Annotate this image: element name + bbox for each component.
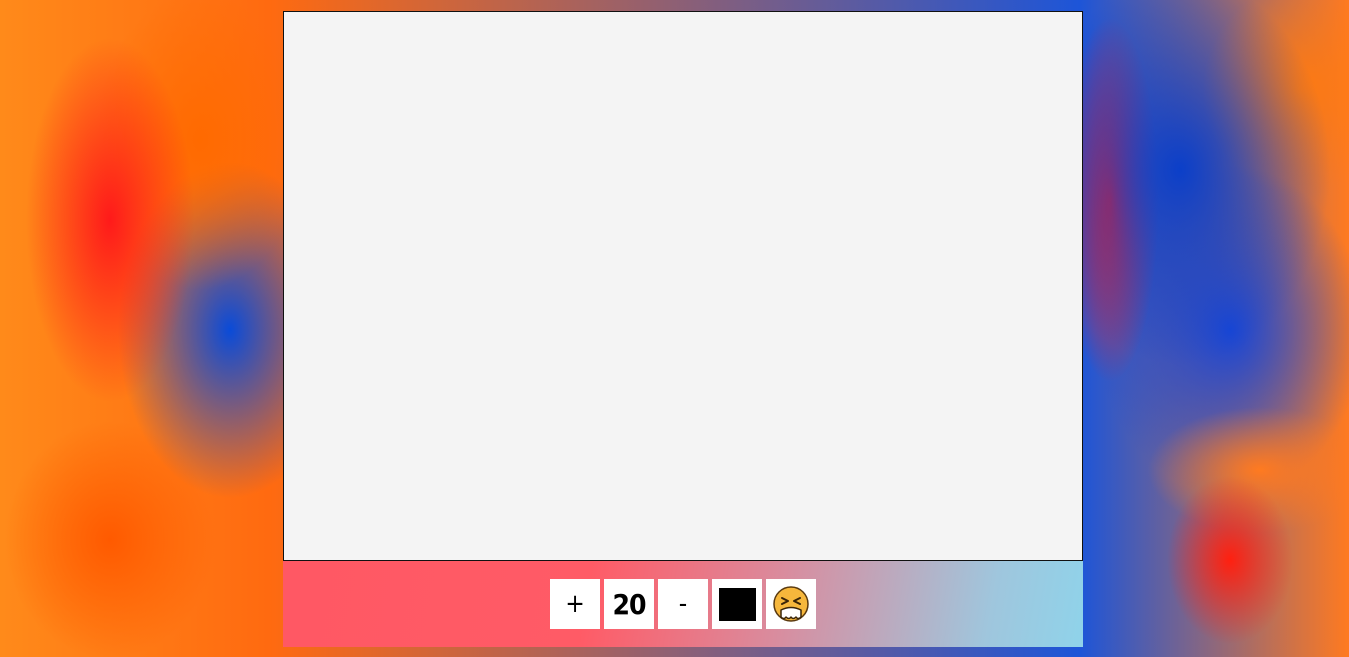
color-swatch <box>718 587 756 621</box>
clear-button[interactable] <box>766 579 816 629</box>
brush-size-display: 20 <box>604 579 654 629</box>
app-background: { "toolbar": { "increase_label": "+", "s… <box>0 0 1349 657</box>
decrease-size-button[interactable]: - <box>658 579 708 629</box>
color-picker[interactable] <box>712 579 762 629</box>
drawing-canvas[interactable] <box>283 11 1083 561</box>
toolbar: + 20 - <box>283 561 1083 647</box>
face-with-tightly-closed-eyes-icon <box>771 584 811 624</box>
increase-size-button[interactable]: + <box>550 579 600 629</box>
